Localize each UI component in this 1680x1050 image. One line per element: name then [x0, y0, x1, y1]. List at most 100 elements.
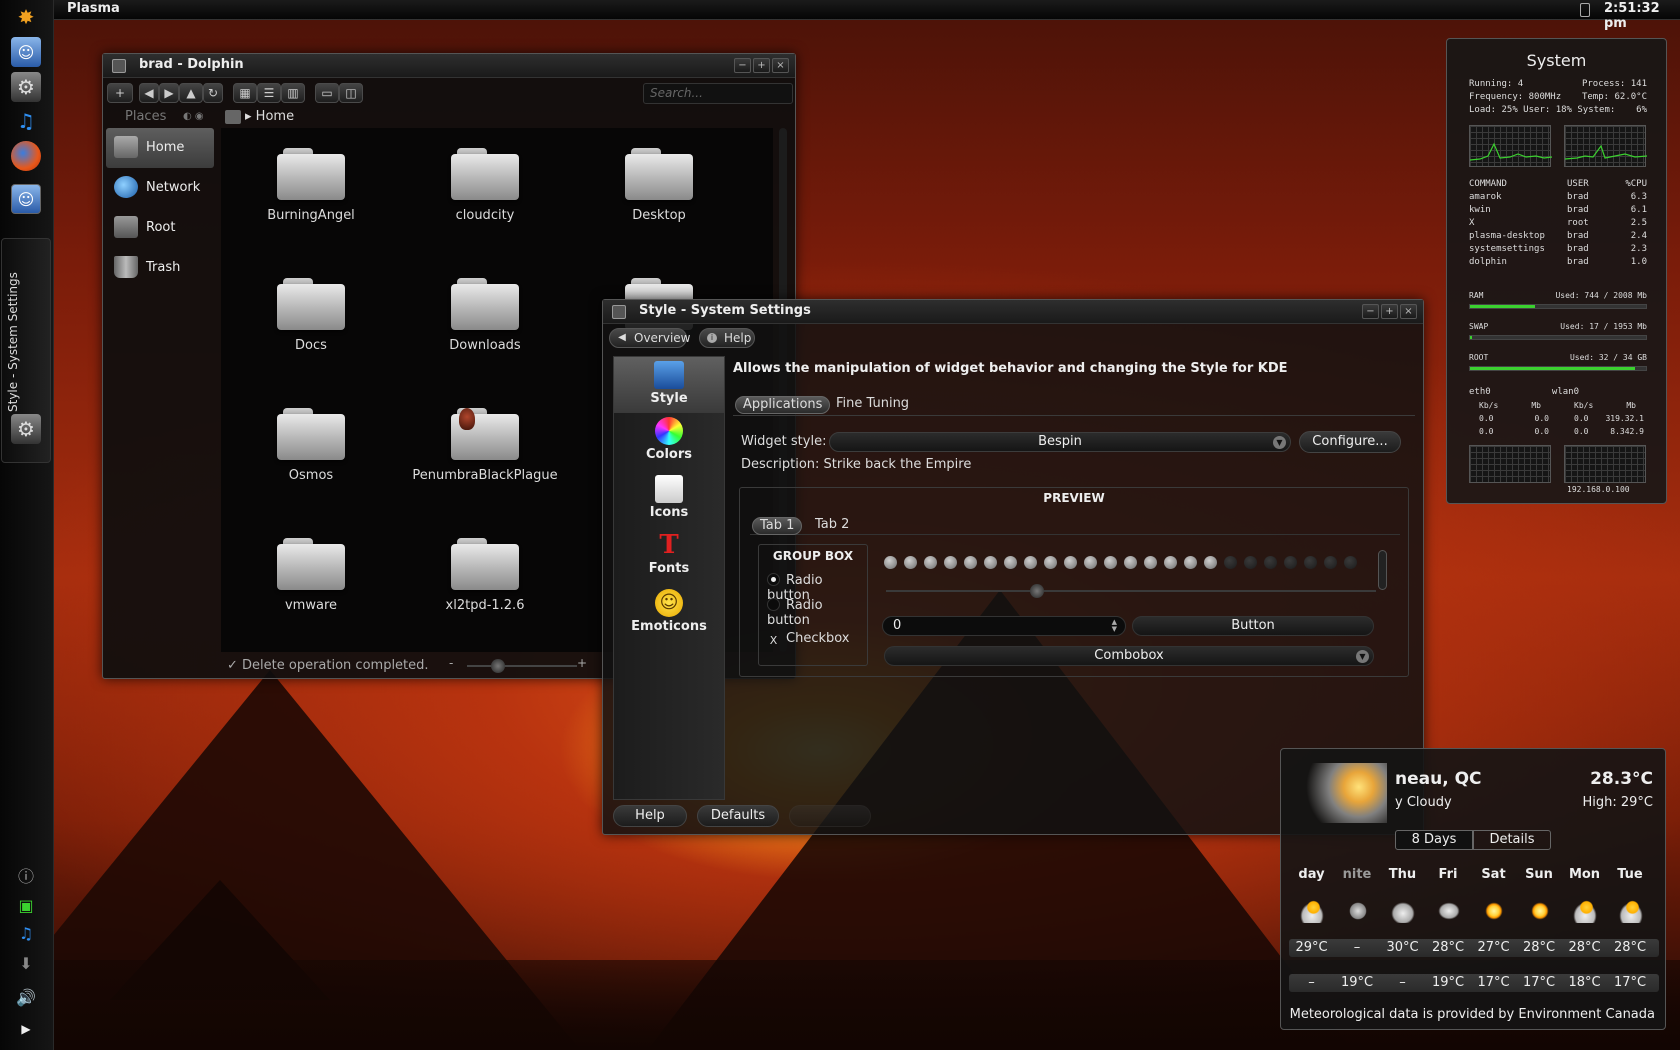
forecast-high: 28°C: [1613, 940, 1647, 955]
radio-button-2[interactable]: Radio button: [767, 598, 867, 628]
firefox-icon[interactable]: [11, 141, 41, 171]
help-button[interactable]: Help: [613, 805, 687, 827]
place-root[interactable]: Root: [106, 208, 214, 248]
cpu-graph: [1469, 125, 1553, 167]
tab-applications[interactable]: Applications: [735, 396, 831, 414]
forward-button[interactable]: ▶: [159, 83, 179, 103]
home-icon[interactable]: [225, 110, 241, 124]
custom-folder-emblem-icon: [459, 408, 475, 430]
preview-scrollbar[interactable]: [1378, 550, 1387, 590]
window-menu-icon[interactable]: [112, 59, 126, 73]
net-row: 0.0 0.0: [1479, 427, 1549, 436]
folder-item[interactable]: xl2tpd-1.2.6: [405, 538, 565, 613]
titlebar[interactable]: brad - Dolphin − + ×: [103, 54, 795, 78]
zoom-in-button[interactable]: +: [577, 656, 587, 670]
defaults-button[interactable]: Defaults: [697, 805, 779, 827]
process-user: root: [1567, 218, 1589, 228]
details-view-button[interactable]: ☰: [257, 83, 281, 103]
category-style[interactable]: Style: [614, 357, 724, 413]
minimize-button[interactable]: −: [734, 58, 751, 73]
category-icons[interactable]: Icons: [614, 471, 724, 527]
preview-combobox[interactable]: Combobox ▼: [884, 646, 1374, 666]
breadcrumb-home[interactable]: Home: [256, 109, 294, 124]
category-colors[interactable]: Colors: [614, 413, 724, 469]
folder-item[interactable]: Desktop: [579, 148, 739, 223]
close-button[interactable]: ×: [1400, 304, 1417, 319]
icons-view-button[interactable]: ▦: [233, 83, 257, 103]
progress-dot: [1064, 556, 1077, 569]
kde-menu-icon[interactable]: ✸: [11, 2, 41, 32]
check-mark-icon: X: [769, 634, 778, 647]
music-note-icon[interactable]: ♫: [11, 918, 41, 948]
net-header: eth0 wlan0: [1469, 387, 1579, 397]
place-home[interactable]: Home: [106, 128, 214, 168]
configure-button[interactable]: Configure...: [1299, 431, 1401, 453]
checkbox[interactable]: X Checkbox: [767, 631, 850, 648]
info-icon[interactable]: ⓘ: [11, 860, 41, 890]
clipboard-icon[interactable]: [1580, 3, 1590, 17]
columns-view-button[interactable]: ▥: [281, 83, 305, 103]
tab-8-days[interactable]: 8 Days: [1395, 830, 1473, 850]
forecast-day: nite: [1342, 867, 1372, 882]
folder-item[interactable]: vmware: [231, 538, 391, 613]
preview-tab-2[interactable]: Tab 2: [808, 517, 856, 535]
preview-slider-handle[interactable]: [1030, 584, 1044, 598]
new-tab-button[interactable]: +: [107, 83, 133, 103]
window-menu-icon[interactable]: [612, 305, 626, 319]
download-icon[interactable]: ⬇: [11, 948, 41, 978]
activity-label[interactable]: Plasma: [67, 1, 120, 16]
progress-dot: [1344, 556, 1357, 569]
expand-arrow-icon[interactable]: ▶: [11, 1014, 41, 1044]
help-button[interactable]: i Help: [699, 328, 755, 348]
breadcrumb[interactable]: ▸ Home: [245, 109, 294, 124]
reload-button[interactable]: ↻: [203, 83, 223, 103]
music-note-icon[interactable]: ♫: [11, 106, 41, 136]
tab-fine-tuning[interactable]: Fine Tuning: [829, 396, 916, 414]
usage-bar: [1469, 366, 1647, 371]
folder-item[interactable]: PenumbraBlackPlague: [405, 408, 565, 483]
widget-style-combobox[interactable]: Bespin ▼: [829, 432, 1291, 452]
folder-item[interactable]: Docs: [231, 278, 391, 353]
zoom-slider[interactable]: [467, 665, 577, 667]
zoom-slider-handle[interactable]: [491, 659, 505, 673]
split-button[interactable]: ◫: [339, 83, 363, 103]
close-button[interactable]: ×: [772, 58, 789, 73]
clock[interactable]: 2:51:32 pm: [1604, 1, 1680, 31]
zoom-out-button[interactable]: -: [449, 656, 453, 670]
preview-tab-1[interactable]: Tab 1: [752, 517, 803, 535]
folder-item[interactable]: cloudcity: [405, 148, 565, 223]
preview-slider-track[interactable]: [886, 590, 1376, 592]
settings-gear-icon[interactable]: ⚙: [11, 414, 41, 444]
maximize-button[interactable]: +: [1381, 304, 1398, 319]
spin-arrows-icon[interactable]: ▲ ▼: [1112, 619, 1117, 633]
place-trash[interactable]: Trash: [106, 248, 214, 288]
back-button[interactable]: ◀: [139, 83, 159, 103]
search-input[interactable]: Search...: [643, 83, 793, 104]
titlebar[interactable]: Style - System Settings − + ×: [603, 300, 1423, 324]
volume-icon[interactable]: 🔊: [11, 982, 41, 1012]
preview-button[interactable]: Button: [1132, 616, 1374, 636]
settings-gear-icon[interactable]: ⚙: [11, 72, 41, 102]
left-dock: ✸ ☺ ⚙ ♫ ☺ Style - System Settings ⚙ ⓘ ▣ …: [0, 0, 54, 1050]
finder-icon[interactable]: ☺: [11, 184, 41, 214]
preview-spinbox[interactable]: 0 ▲ ▼: [882, 616, 1126, 636]
finder-icon[interactable]: ☺: [11, 37, 41, 67]
maximize-button[interactable]: +: [753, 58, 770, 73]
folder-item[interactable]: BurningAngel: [231, 148, 391, 223]
sun-icon: [1479, 899, 1509, 923]
net-value: 0.0: [1574, 427, 1589, 436]
category-fonts[interactable]: T Fonts: [614, 527, 724, 583]
system-monitor-icon[interactable]: ▣: [11, 890, 41, 920]
up-button[interactable]: ▲: [179, 83, 203, 103]
process-row: amarok brad 6.3: [1469, 192, 1647, 204]
folder-item[interactable]: Downloads: [405, 278, 565, 353]
overview-button[interactable]: ◀ Overview: [609, 328, 691, 348]
tab-details[interactable]: Details: [1473, 830, 1551, 850]
minimize-button[interactable]: −: [1362, 304, 1379, 319]
panel-controls-icon[interactable]: ◐ ◉: [183, 111, 204, 122]
folder-item[interactable]: Osmos: [231, 408, 391, 483]
bar-value: Used: 32 / 34 GB: [1569, 353, 1647, 362]
place-network[interactable]: Network: [106, 168, 214, 208]
category-emoticons[interactable]: ☺ Emoticons: [614, 585, 724, 641]
preview-button[interactable]: ▭: [315, 83, 339, 103]
